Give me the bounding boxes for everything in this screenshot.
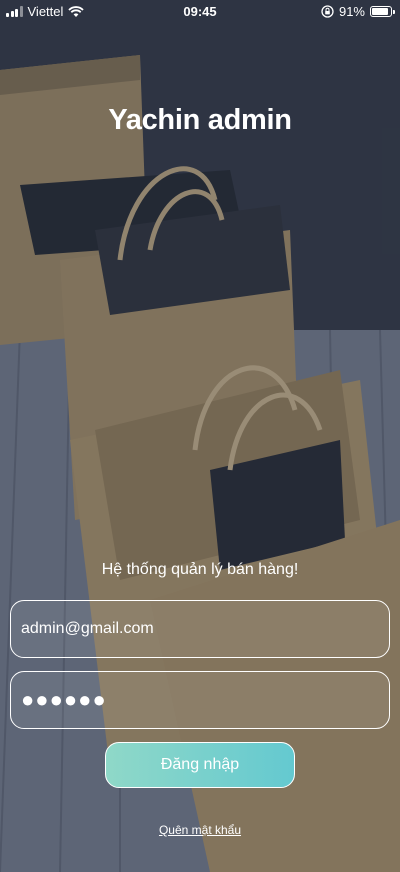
password-input[interactable] — [11, 672, 389, 728]
login-button[interactable]: Đăng nhập — [105, 742, 295, 788]
password-field[interactable] — [10, 671, 390, 729]
forgot-password-link[interactable]: Quên mật khẩu — [0, 823, 400, 837]
status-bar: Viettel 09:45 91% — [0, 0, 400, 24]
email-input[interactable] — [11, 601, 389, 657]
orientation-lock-icon — [321, 5, 334, 18]
battery-percent: 91% — [338, 4, 365, 19]
app-subtitle: Hệ thống quản lý bán hàng! — [101, 561, 299, 578]
battery-icon — [370, 6, 395, 17]
app-title: Yachin admin — [108, 104, 292, 136]
login-screen: Viettel 09:45 91% Yachin admin Hệ thống … — [0, 0, 400, 872]
battery-nub — [393, 10, 395, 14]
status-bar-right: 91% — [321, 4, 395, 19]
battery-fill — [372, 8, 389, 15]
email-field[interactable] — [10, 600, 390, 658]
